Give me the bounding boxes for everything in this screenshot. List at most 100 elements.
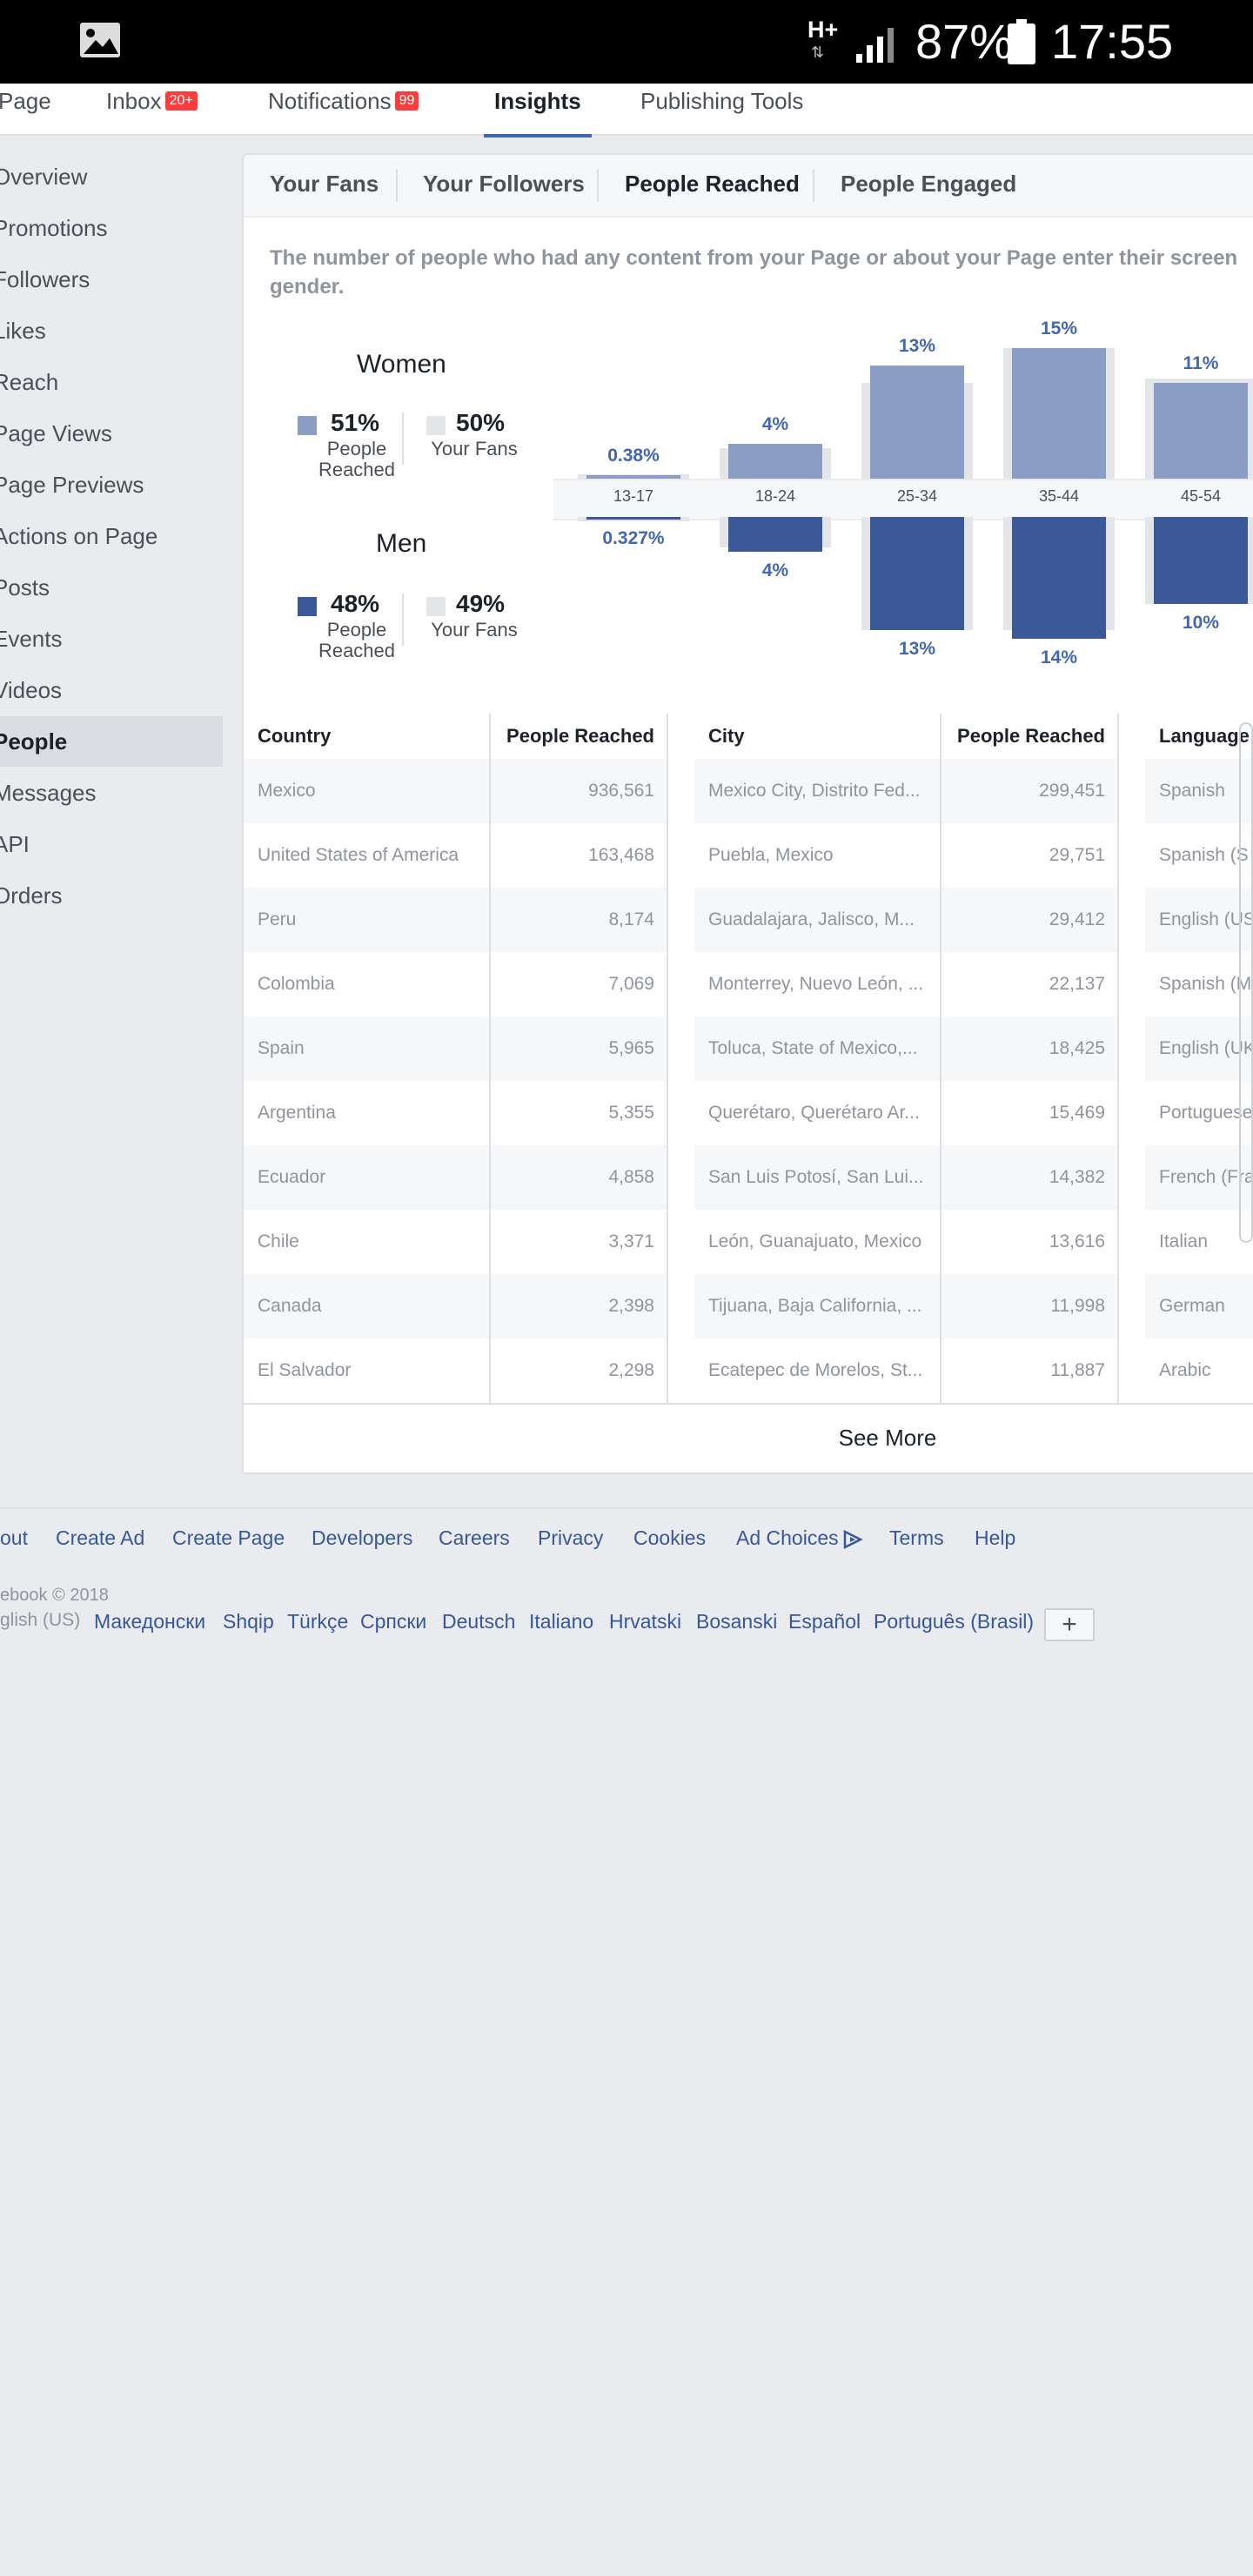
language-link[interactable]: Македонски — [94, 1610, 205, 1633]
men-bar-label: 10% — [1182, 613, 1220, 633]
table-cell: León, Guanajuato, Mexico — [708, 1231, 922, 1251]
table-cell: Monterrey, Nuevo León, ... — [708, 974, 924, 994]
table-row: English (UK — [1145, 1016, 1253, 1081]
nav-tab-publishing-tools[interactable]: Publishing Tools — [640, 85, 803, 136]
language-link[interactable]: Shqip — [223, 1610, 274, 1633]
language-link[interactable]: Türkçe — [287, 1610, 348, 1633]
column-header[interactable]: City — [708, 714, 926, 759]
sidebar-item-overview[interactable]: Overview — [0, 151, 223, 202]
table-row: Italian — [1145, 1210, 1253, 1274]
language-link[interactable]: Bosanski — [696, 1610, 777, 1633]
footer-link-ad-choices[interactable]: Ad Choices — [736, 1526, 863, 1550]
table-cell: Colombia — [258, 974, 335, 994]
table-row: Portuguese — [1145, 1081, 1253, 1145]
women-fans-percent: 50% — [456, 409, 506, 436]
nav-tab-inbox[interactable]: Inbox 20+ — [106, 85, 198, 136]
nav-tab-label: Page — [0, 88, 51, 114]
column-header[interactable]: Country — [258, 714, 475, 759]
location-language-tables: Country People Reached Mexico 936,561 United… — [244, 714, 1253, 1405]
table-row: Peru 8,174 — [244, 888, 668, 952]
table-cell: Puebla, Mexico — [708, 845, 834, 865]
legend-divider — [402, 413, 404, 465]
subtab-people-reached[interactable]: People Reached — [625, 171, 800, 198]
sidebar-item-videos[interactable]: Videos — [0, 665, 223, 715]
women-bar-label: 4% — [761, 414, 789, 434]
footer-link-about[interactable]: out — [0, 1526, 28, 1550]
sidebar-item-orders[interactable]: Orders — [0, 870, 223, 921]
women-bar-label: 13% — [898, 336, 936, 356]
subtab-your-followers[interactable]: Your Followers — [423, 171, 585, 198]
see-more-button[interactable]: See More — [383, 1405, 1253, 1471]
table-row: English (US — [1145, 888, 1253, 952]
footer-link-developers[interactable]: Developers — [312, 1526, 412, 1550]
sidebar-item-promotions[interactable]: Promotions — [0, 203, 223, 253]
age-gender-chart: 0.38% 0.327% 13-17 4% 4% 18-24 13% 13% 25-34 15% 1… — [553, 315, 1253, 698]
footer-link-create-ad[interactable]: Create Ad — [56, 1526, 144, 1550]
table-cell: Tijuana, Baja California, ... — [708, 1296, 922, 1316]
table-row: Spain 5,965 — [244, 1016, 668, 1081]
language-link[interactable]: Português (Brasil) — [874, 1610, 1034, 1633]
clock: 17:55 — [1051, 14, 1174, 69]
women-reached-swatch — [298, 416, 317, 435]
status-bar: H+ ⇅ 87% 17:55 — [0, 0, 1253, 84]
footer-link-help[interactable]: Help — [975, 1526, 1015, 1550]
legend-divider — [402, 594, 404, 646]
sidebar-item-reach[interactable]: Reach — [0, 357, 223, 407]
add-language-button[interactable]: + — [1044, 1608, 1095, 1641]
table-cell: Toluca, State of Mexico,... — [708, 1038, 918, 1058]
subtab-people-engaged[interactable]: People Engaged — [841, 171, 1016, 198]
gallery-icon — [80, 23, 120, 57]
table-row: Spanish — [1145, 759, 1253, 823]
subtab-your-fans[interactable]: Your Fans — [270, 171, 379, 198]
table-row: Spanish (S — [1145, 823, 1253, 888]
language-link[interactable]: Deutsch — [442, 1610, 515, 1633]
footer-link-create-page[interactable]: Create Page — [172, 1526, 285, 1550]
women-reached-percent: 51% — [331, 409, 380, 436]
women-reached-bar — [870, 366, 964, 479]
language-link[interactable]: Српски — [360, 1610, 426, 1633]
sidebar-item-label: Actions on Page — [0, 523, 158, 549]
column-header[interactable]: People Reached — [954, 714, 1105, 759]
table-row: Spanish (M — [1145, 952, 1253, 1016]
active-tab-underline — [484, 134, 592, 138]
sidebar-item-label: Overview — [0, 164, 88, 190]
language-link[interactable]: Español — [788, 1610, 861, 1633]
nav-tab-notifications[interactable]: Notifications 99 — [268, 85, 419, 136]
nav-tab-label: Inbox — [106, 88, 162, 114]
footer-link-cookies[interactable]: Cookies — [633, 1526, 706, 1550]
age-category-label: 13-17 — [613, 487, 654, 505]
language-link[interactable]: Italiano — [529, 1610, 593, 1633]
table-cell: 22,137 — [1049, 974, 1105, 994]
table-cell: Argentina — [258, 1103, 336, 1123]
table-cell: Mexico City, Distrito Fed... — [708, 781, 921, 801]
table-cell: 4,858 — [608, 1167, 654, 1187]
table-cell: 29,412 — [1049, 909, 1105, 929]
language-link[interactable]: Hrvatski — [609, 1610, 681, 1633]
sidebar-item-page-previews[interactable]: Page Previews — [0, 460, 223, 510]
language-scrollbar[interactable] — [1239, 722, 1253, 1243]
battery-icon — [1008, 19, 1035, 64]
sidebar-item-people[interactable]: People — [0, 716, 223, 767]
inbox-badge: 20+ — [164, 91, 198, 111]
age-category-label: 18-24 — [754, 487, 796, 505]
ad-choices-icon — [843, 1529, 863, 1549]
sidebar-item-label: People — [0, 728, 68, 755]
table-row: United States of America 163,468 — [244, 823, 668, 888]
column-header[interactable]: People Reached — [503, 714, 654, 759]
men-fans-swatch — [426, 597, 446, 616]
sidebar-item-page-views[interactable]: Page Views — [0, 408, 223, 459]
sidebar-item-label: Likes — [0, 318, 46, 344]
table-cell: Chile — [258, 1231, 299, 1251]
sidebar-item-events[interactable]: Events — [0, 614, 223, 664]
sidebar-item-actions-on-page[interactable]: Actions on Page — [0, 511, 223, 561]
footer-link-terms[interactable]: Terms — [889, 1526, 944, 1550]
sidebar-item-followers[interactable]: Followers — [0, 254, 223, 305]
sidebar-item-likes[interactable]: Likes — [0, 305, 223, 356]
footer-link-careers[interactable]: Careers — [439, 1526, 510, 1550]
sidebar-item-posts[interactable]: Posts — [0, 562, 223, 613]
sidebar-item-messages[interactable]: Messages — [0, 768, 223, 818]
footer-link-privacy[interactable]: Privacy — [538, 1526, 603, 1550]
sidebar-item-api[interactable]: API — [0, 819, 223, 869]
nav-tab-page[interactable]: Page — [0, 85, 51, 136]
nav-tab-insights[interactable]: Insights — [484, 85, 592, 138]
